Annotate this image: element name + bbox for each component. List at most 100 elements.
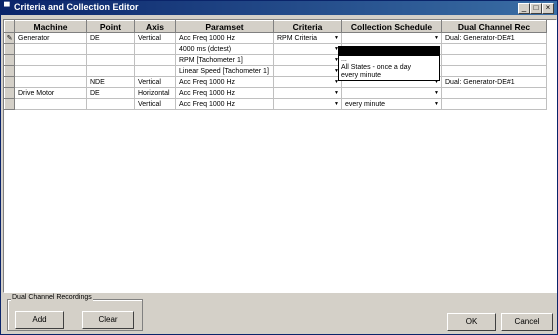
- cell-axis[interactable]: Vertical: [134, 76, 176, 88]
- empty-row: [5, 160, 547, 170]
- schedule-option-selected[interactable]: [339, 47, 439, 56]
- cell-paramset[interactable]: Acc Freq 1000 Hz: [175, 32, 274, 44]
- table-row[interactable]: Drive Motor DE Horizontal Acc Freq 1000 Hz ▼…: [4, 87, 547, 99]
- cell-criteria[interactable]: ▼: [273, 54, 342, 66]
- schedule-dropdown-list[interactable]: ... All States - once a day every minute: [338, 46, 440, 81]
- dropdown-arrow-icon[interactable]: ▼: [334, 90, 339, 96]
- column-header-axis[interactable]: Axis: [134, 20, 176, 33]
- empty-cell: [176, 240, 274, 250]
- cell-axis[interactable]: [134, 65, 176, 77]
- empty-cell: [342, 290, 442, 292]
- cell-axis[interactable]: Horizontal: [134, 87, 176, 99]
- cell-criteria[interactable]: ▼: [273, 43, 342, 55]
- empty-row: [5, 170, 547, 180]
- empty-cell: [274, 120, 342, 130]
- cell-paramset[interactable]: 4000 ms (dctest): [175, 43, 274, 55]
- empty-cell: [274, 190, 342, 200]
- add-button[interactable]: Add: [15, 311, 64, 329]
- column-header-machine[interactable]: Machine: [14, 20, 87, 33]
- cell-schedule[interactable]: ▼: [341, 87, 442, 99]
- schedule-option[interactable]: ...: [339, 56, 439, 64]
- cell-point[interactable]: [86, 43, 135, 55]
- column-header-dual-channel-rec[interactable]: Dual Channel Rec: [441, 20, 547, 33]
- column-header-paramset[interactable]: Paramset: [175, 20, 274, 33]
- cell-machine[interactable]: [14, 98, 87, 110]
- cell-machine[interactable]: [14, 54, 87, 66]
- row-selector[interactable]: [4, 65, 15, 77]
- cell-axis[interactable]: Vertical: [134, 32, 176, 44]
- cell-criteria[interactable]: ▼: [273, 65, 342, 77]
- close-button[interactable]: ×: [542, 3, 554, 14]
- cell-axis[interactable]: [134, 54, 176, 66]
- cell-point[interactable]: DE: [86, 87, 135, 99]
- cell-criteria[interactable]: RPM Criteria ▼: [273, 32, 342, 44]
- empty-cell: [135, 140, 176, 150]
- cell-machine[interactable]: [14, 76, 87, 88]
- empty-cell: [5, 220, 15, 230]
- table-row[interactable]: 4000 ms (dctest) ▼: [4, 43, 547, 55]
- title-bar[interactable]: ▀ Criteria and Collection Editor _ □ ×: [1, 1, 557, 15]
- empty-cell: [5, 200, 15, 210]
- dropdown-arrow-icon[interactable]: ▼: [434, 101, 439, 107]
- cell-machine[interactable]: Generator: [14, 32, 87, 44]
- cell-dual[interactable]: [441, 54, 547, 66]
- cell-dual[interactable]: [441, 65, 547, 77]
- cell-criteria[interactable]: ▼: [273, 76, 342, 88]
- cell-point[interactable]: [86, 54, 135, 66]
- row-selector[interactable]: [4, 54, 15, 66]
- clear-button[interactable]: Clear: [82, 311, 134, 329]
- cell-paramset[interactable]: Acc Freq 1000 Hz: [175, 76, 274, 88]
- cell-machine[interactable]: [14, 65, 87, 77]
- cell-criteria[interactable]: ▼: [273, 87, 342, 99]
- cancel-button[interactable]: Cancel: [501, 313, 553, 331]
- table-row[interactable]: ✎ Generator DE Vertical Acc Freq 1000 Hz RPM …: [4, 32, 547, 44]
- cell-paramset[interactable]: RPM [Tachometer 1]: [175, 54, 274, 66]
- maximize-button[interactable]: □: [530, 3, 542, 14]
- row-selector[interactable]: [4, 98, 15, 110]
- cell-paramset[interactable]: Linear Speed [Tachometer 1]: [175, 65, 274, 77]
- cell-point[interactable]: NDE: [86, 76, 135, 88]
- empty-cell: [176, 130, 274, 140]
- ok-button[interactable]: OK: [447, 313, 496, 331]
- empty-cell: [176, 270, 274, 280]
- schedule-option[interactable]: every minute: [339, 72, 439, 80]
- schedule-option[interactable]: All States - once a day: [339, 64, 439, 72]
- cell-axis[interactable]: Vertical: [134, 98, 176, 110]
- cell-dual[interactable]: Dual: Generator-DE#1: [441, 32, 547, 44]
- dropdown-arrow-icon[interactable]: ▼: [334, 101, 339, 107]
- row-selector[interactable]: [4, 43, 15, 55]
- empty-cell: [274, 170, 342, 180]
- empty-cell: [442, 160, 547, 170]
- dropdown-arrow-icon[interactable]: ▼: [434, 35, 439, 41]
- row-selector[interactable]: [4, 87, 15, 99]
- row-selector[interactable]: [4, 76, 15, 88]
- cell-machine[interactable]: [14, 43, 87, 55]
- minimize-button[interactable]: _: [518, 3, 530, 14]
- cell-schedule[interactable]: ▼: [341, 32, 442, 44]
- edit-pencil-icon[interactable]: ✎: [4, 32, 15, 44]
- cell-dual[interactable]: [441, 87, 547, 99]
- column-header-criteria[interactable]: Criteria: [273, 20, 342, 33]
- cell-criteria[interactable]: ▼: [273, 98, 342, 110]
- cell-paramset[interactable]: Acc Freq 1000 Hz: [175, 98, 274, 110]
- cell-machine[interactable]: Drive Motor: [14, 87, 87, 99]
- cell-point[interactable]: [86, 98, 135, 110]
- table-row[interactable]: Linear Speed [Tachometer 1] ▼: [4, 65, 547, 77]
- dropdown-arrow-icon[interactable]: ▼: [334, 35, 339, 41]
- column-header-collection-schedule[interactable]: Collection Schedule: [341, 20, 442, 33]
- cell-point[interactable]: [86, 65, 135, 77]
- cell-paramset[interactable]: Acc Freq 1000 Hz: [175, 87, 274, 99]
- table-row[interactable]: NDE Vertical Acc Freq 1000 Hz ▼ ▼ Dual: Gener…: [4, 76, 547, 88]
- cell-point[interactable]: DE: [86, 32, 135, 44]
- table-row[interactable]: RPM [Tachometer 1] ▼: [4, 54, 547, 66]
- cell-dual[interactable]: [441, 98, 547, 110]
- cell-dual[interactable]: Dual: Generator-DE#1: [441, 76, 547, 88]
- dropdown-arrow-icon[interactable]: ▼: [434, 90, 439, 96]
- cell-schedule[interactable]: every minute ▼: [341, 98, 442, 110]
- app-icon: ▀: [4, 2, 10, 11]
- column-header-point[interactable]: Point: [86, 20, 135, 33]
- cell-dual[interactable]: [441, 43, 547, 55]
- cell-axis[interactable]: [134, 43, 176, 55]
- table-row[interactable]: Vertical Acc Freq 1000 Hz ▼ every minute ▼: [4, 98, 547, 110]
- empty-cell: [87, 210, 135, 220]
